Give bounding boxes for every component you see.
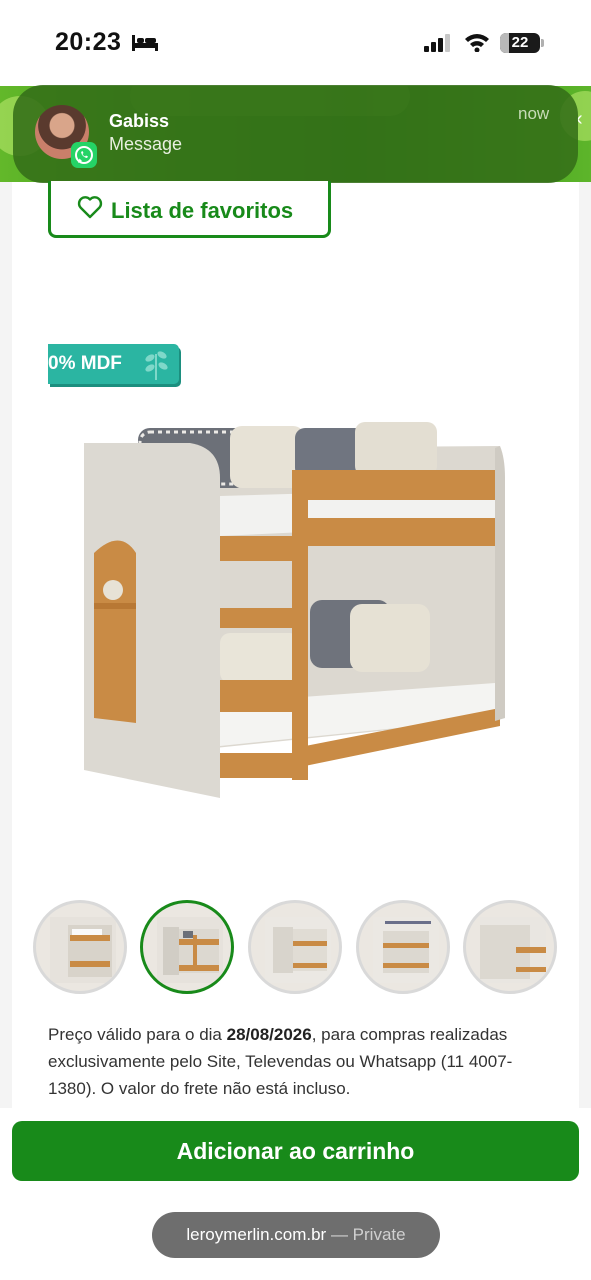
- price-note-prefix: Preço válido para o dia: [48, 1025, 227, 1044]
- thumbnail-3[interactable]: [248, 900, 342, 994]
- price-note-date: 28/08/2026: [226, 1025, 312, 1044]
- favorites-label: Lista de favoritos: [111, 198, 294, 223]
- browser-url: leroymerlin.com.br — Private: [152, 1225, 440, 1245]
- browser-domain: leroymerlin.com.br: [186, 1225, 327, 1244]
- battery-level: 22: [511, 34, 529, 51]
- notification-message: Message: [109, 134, 183, 154]
- cellular-signal-icon: [424, 34, 450, 52]
- add-to-cart-label: Adicionar ao carrinho: [176, 1138, 415, 1164]
- battery-tip: [541, 39, 544, 47]
- thumbnail-1[interactable]: [33, 900, 127, 994]
- heart-icon: [77, 196, 103, 219]
- screen: 20:23 22 ‹ Gabiss Message now Lista de f…: [0, 0, 591, 1280]
- thumbnail-image: [373, 917, 439, 983]
- thumbnail-image: [157, 917, 223, 983]
- bunk-bed-photo[interactable]: [80, 418, 510, 803]
- thumbnail-image: [50, 917, 116, 983]
- status-bar: 20:23 22: [0, 0, 591, 86]
- browser-separator: —: [326, 1225, 353, 1244]
- mdf-badge: 0% MDF: [48, 344, 179, 384]
- thumbnail-4[interactable]: [356, 900, 450, 994]
- whatsapp-icon: [71, 142, 97, 168]
- wifi-icon: [465, 34, 489, 52]
- thumbnail-image: [265, 917, 331, 983]
- favorites-button[interactable]: Lista de favoritos: [48, 181, 331, 238]
- thumbnail-image: [480, 917, 546, 983]
- add-to-cart-button[interactable]: Adicionar ao carrinho: [12, 1121, 579, 1181]
- status-time: 20:23: [55, 28, 122, 56]
- notification-time: now: [518, 104, 550, 123]
- bed-icon: [132, 35, 158, 51]
- browser-address-bar[interactable]: leroymerlin.com.br — Private: [152, 1212, 440, 1258]
- mdf-badge-text: 0% MDF: [48, 353, 122, 374]
- thumbnail-5[interactable]: [463, 900, 557, 994]
- tree-icon: [145, 351, 168, 380]
- notification-sender: Gabiss: [109, 111, 170, 131]
- price-validity-note: Preço válido para o dia 28/08/2026, para…: [48, 1021, 548, 1102]
- thumbnail-2[interactable]: [140, 900, 234, 994]
- browser-mode: Private: [352, 1225, 406, 1244]
- notification-banner[interactable]: Gabiss Message now: [13, 85, 578, 183]
- battery-icon: 22: [500, 33, 540, 53]
